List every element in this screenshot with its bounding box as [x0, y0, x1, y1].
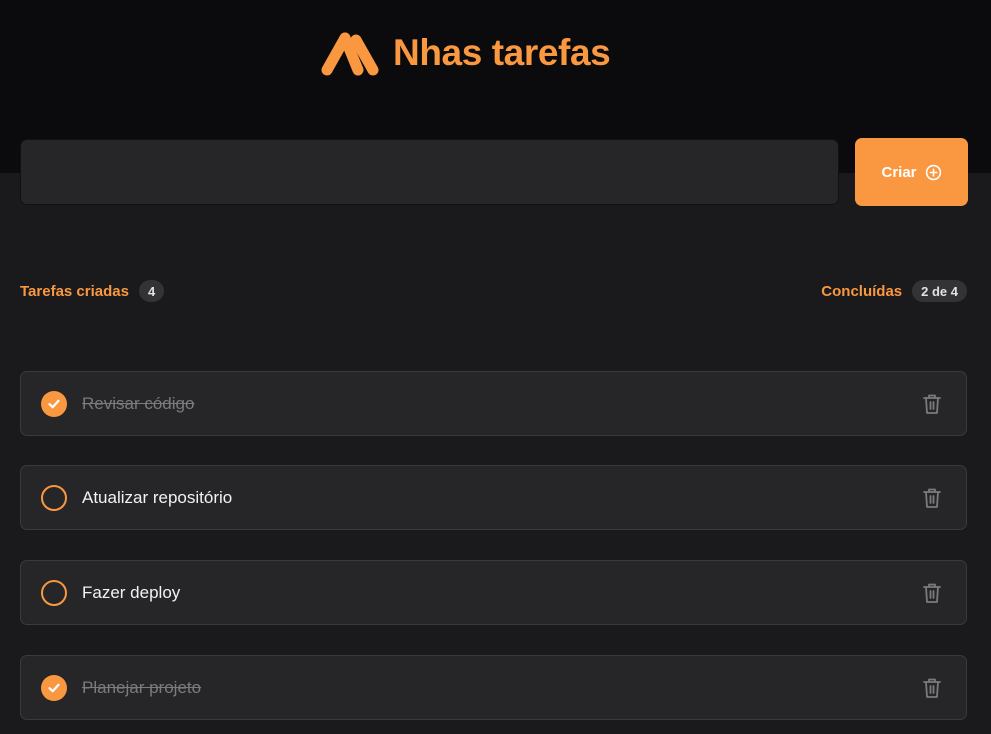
task-toggle[interactable] [41, 580, 67, 606]
logo: Nhas tarefas [321, 30, 611, 76]
task-toggle[interactable] [41, 675, 67, 701]
completed-tasks-label: Concluídas [821, 282, 903, 300]
completed-tasks-badge: 2 de 4 [912, 280, 967, 302]
task-toggle[interactable] [41, 485, 67, 511]
task-item: Atualizar repositório [20, 465, 967, 530]
logo-mark-icon [321, 32, 379, 76]
task-item: Revisar código [20, 371, 967, 436]
app-title: Nhas tarefas [393, 32, 611, 73]
task-text: Atualizar repositório [82, 488, 233, 507]
task-item: Fazer deploy [20, 560, 967, 625]
create-task-label: Criar [881, 163, 917, 181]
task-item: Planejar projeto [20, 655, 967, 720]
task-toggle[interactable] [41, 391, 67, 417]
trash-icon [923, 583, 941, 603]
check-icon [48, 399, 60, 409]
delete-task-button[interactable] [920, 581, 944, 605]
delete-task-button[interactable] [920, 486, 944, 510]
task-text: Revisar código [82, 394, 195, 413]
delete-task-button[interactable] [920, 676, 944, 700]
create-task-button[interactable]: Criar [855, 138, 968, 206]
check-icon [48, 683, 60, 693]
created-tasks-counter: Tarefas criadas 4 [20, 279, 165, 303]
trash-icon [923, 488, 941, 508]
completed-tasks-counter: Concluídas 2 de 4 [821, 279, 967, 303]
new-task-input[interactable] [20, 139, 839, 205]
delete-task-button[interactable] [920, 392, 944, 416]
task-text: Fazer deploy [82, 583, 181, 602]
created-tasks-badge: 4 [138, 280, 165, 302]
trash-icon [923, 678, 941, 698]
task-text: Planejar projeto [82, 678, 202, 697]
trash-icon [923, 394, 941, 414]
plus-circle-icon [925, 164, 941, 180]
app-page: Nhas tarefas Criar Tarefas criadas 4 Con… [0, 0, 991, 734]
created-tasks-label: Tarefas criadas [20, 282, 129, 300]
